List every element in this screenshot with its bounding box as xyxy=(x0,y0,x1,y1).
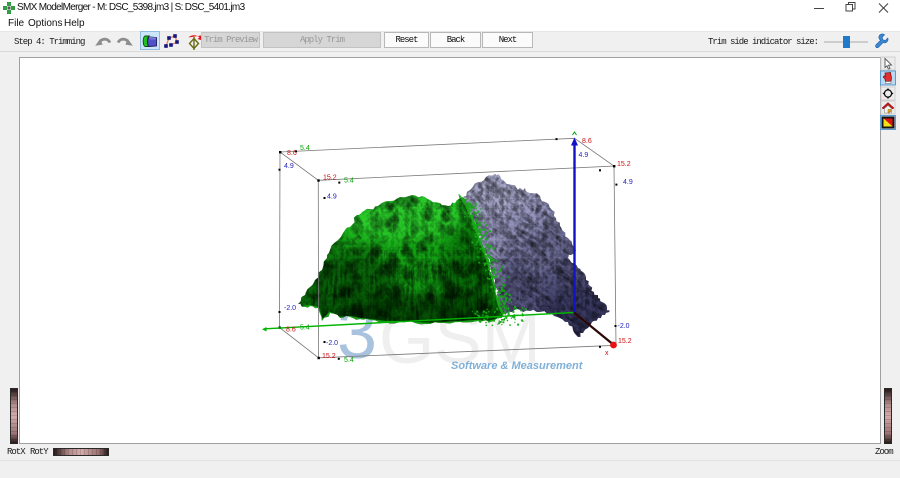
svg-text:5.4: 5.4 xyxy=(300,325,310,332)
svg-text:15.2: 15.2 xyxy=(617,161,631,168)
svg-text:5.4: 5.4 xyxy=(300,145,310,152)
svg-text:-2.0: -2.0 xyxy=(284,305,296,312)
svg-text:4.9: 4.9 xyxy=(579,152,589,159)
svg-text:-2.0: -2.0 xyxy=(326,340,338,347)
svg-text:x: x xyxy=(605,350,609,357)
svg-text:Software & Measurement: Software & Measurement xyxy=(451,360,584,372)
svg-text:-2.0: -2.0 xyxy=(618,323,630,330)
svg-text:4.9: 4.9 xyxy=(284,163,294,170)
svg-text:5.4: 5.4 xyxy=(344,357,354,364)
svg-text:8.6: 8.6 xyxy=(287,150,297,157)
svg-text:15.2: 15.2 xyxy=(323,175,337,182)
svg-text:8.6: 8.6 xyxy=(582,138,592,145)
svg-text:5.4: 5.4 xyxy=(344,178,354,185)
svg-text:4.9: 4.9 xyxy=(327,194,337,201)
svg-text:15.2: 15.2 xyxy=(618,338,632,345)
svg-text:15.2: 15.2 xyxy=(322,353,336,360)
svg-text:4.9: 4.9 xyxy=(623,179,633,186)
svg-text:8.6: 8.6 xyxy=(286,327,296,334)
